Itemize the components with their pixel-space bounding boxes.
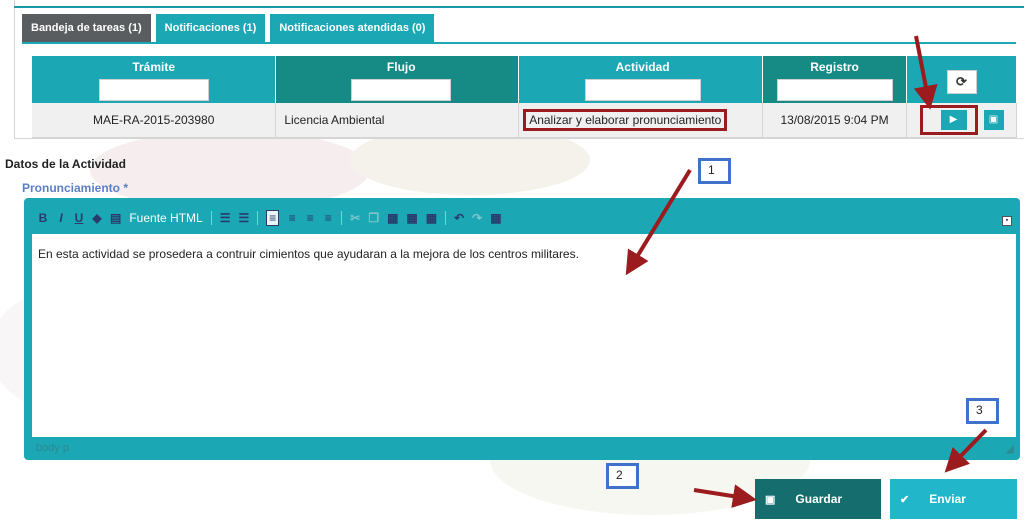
bold-icon[interactable]: B	[38, 211, 48, 225]
column-header-registro: Registro	[762, 56, 908, 103]
save-label: Guardar	[795, 492, 843, 506]
tab-underline	[22, 42, 1016, 44]
filter-flujo-input[interactable]	[351, 79, 452, 101]
justify-icon[interactable]: ≡	[323, 211, 333, 225]
cut-icon[interactable]: ✂	[350, 211, 360, 225]
toolbar-separator	[341, 211, 343, 225]
column-header-flujo: Flujo	[275, 56, 520, 103]
column-label-flujo: Flujo	[386, 60, 416, 74]
table-icon[interactable]: ▦	[490, 211, 501, 225]
toolbar-separator	[445, 211, 447, 225]
cell-actividad: Analizar y elaborar pronunciamiento	[518, 103, 764, 138]
align-right-icon[interactable]: ≡	[305, 211, 315, 225]
column-header-tramite: Trámite	[32, 56, 277, 103]
toolbar-separator	[257, 211, 259, 225]
column-header-actions: ⟳	[906, 56, 1017, 103]
check-icon: ✔	[900, 493, 910, 506]
play-icon[interactable]: ▶	[940, 109, 967, 130]
align-center-icon[interactable]: ≡	[287, 211, 297, 225]
paste-word-icon[interactable]: ▦	[426, 211, 437, 225]
unordered-list-icon[interactable]: ☰	[238, 211, 249, 225]
column-label-tramite: Trámite	[132, 60, 176, 74]
align-left-icon[interactable]: ≡	[266, 210, 280, 226]
send-button[interactable]: ✔ Enviar	[890, 479, 1017, 519]
filter-registro-input[interactable]	[776, 79, 893, 101]
callout-3: 3	[966, 398, 999, 424]
cell-flujo: Licencia Ambiental	[275, 103, 520, 138]
eraser-icon[interactable]: ◆	[92, 211, 102, 225]
italic-icon[interactable]: I	[56, 211, 66, 225]
resize-handle-icon[interactable]: ◢	[1006, 442, 1014, 455]
copy-icon[interactable]: ❐	[368, 211, 379, 225]
html-source-button[interactable]: Fuente HTML	[129, 211, 202, 225]
top-accent-line	[14, 6, 1024, 8]
refresh-icon[interactable]: ⟳	[946, 70, 977, 94]
filter-actividad-input[interactable]	[584, 79, 701, 101]
callout-1: 1	[698, 158, 731, 184]
document-icon[interactable]: ▤	[110, 211, 121, 225]
save-icon: ▣	[765, 493, 776, 506]
callout-2: 2	[606, 463, 639, 489]
edit-icon[interactable]: ▣	[983, 109, 1004, 130]
task-table: Trámite Flujo Actividad Registro ⟳ MAE-R…	[32, 56, 1017, 138]
underline-icon[interactable]: U	[74, 211, 84, 225]
undo-icon[interactable]: ↶	[454, 211, 464, 225]
tab-notificaciones-atendidas[interactable]: Notificaciones atendidas (0)	[270, 14, 435, 42]
cell-registro: 13/08/2015 9:04 PM	[762, 103, 908, 138]
pronunciamiento-label: Pronunciamiento *	[22, 181, 129, 195]
paste-icon[interactable]: ▦	[387, 211, 398, 225]
send-label: Enviar	[929, 492, 966, 506]
column-label-actividad: Actividad	[615, 60, 670, 74]
editor-toolbar: B I U ◆ ▤ Fuente HTML ☰ ☰ ≡ ≡ ≡ ≡ ✂ ❐ ▦ …	[28, 202, 1016, 234]
table-row[interactable]: MAE-RA-2015-203980 Licencia Ambiental An…	[32, 103, 1017, 138]
arrow-to-save	[693, 484, 757, 508]
activity-highlight: Analizar y elaborar pronunciamiento	[523, 108, 728, 131]
editor-content[interactable]: En esta actividad se prosedera a contrui…	[32, 234, 1016, 437]
element-path: body p	[36, 442, 70, 454]
redo-icon[interactable]: ↷	[472, 211, 482, 225]
maximize-icon[interactable]: ▪	[1002, 216, 1012, 226]
paste-text-icon[interactable]: ▦	[406, 211, 417, 225]
section-title: Datos de la Actividad	[5, 157, 126, 171]
save-button[interactable]: ▣ Guardar	[755, 479, 881, 519]
filter-tramite-input[interactable]	[98, 79, 209, 101]
column-header-actividad: Actividad	[518, 56, 764, 103]
tab-bandeja-de-tareas[interactable]: Bandeja de tareas (1)	[22, 14, 151, 42]
column-label-registro: Registro	[810, 60, 859, 74]
play-highlight: ▶	[919, 104, 978, 135]
toolbar-separator	[210, 211, 212, 225]
cell-tramite: MAE-RA-2015-203980	[32, 103, 277, 138]
tab-notificaciones[interactable]: Notificaciones (1)	[155, 14, 266, 42]
ordered-list-icon[interactable]: ☰	[220, 211, 231, 225]
rich-text-editor: B I U ◆ ▤ Fuente HTML ☰ ☰ ≡ ≡ ≡ ≡ ✂ ❐ ▦ …	[24, 198, 1020, 460]
cell-actions: ▶ ▣	[906, 103, 1017, 138]
tab-bar: Bandeja de tareas (1) Notificaciones (1)…	[22, 14, 435, 42]
